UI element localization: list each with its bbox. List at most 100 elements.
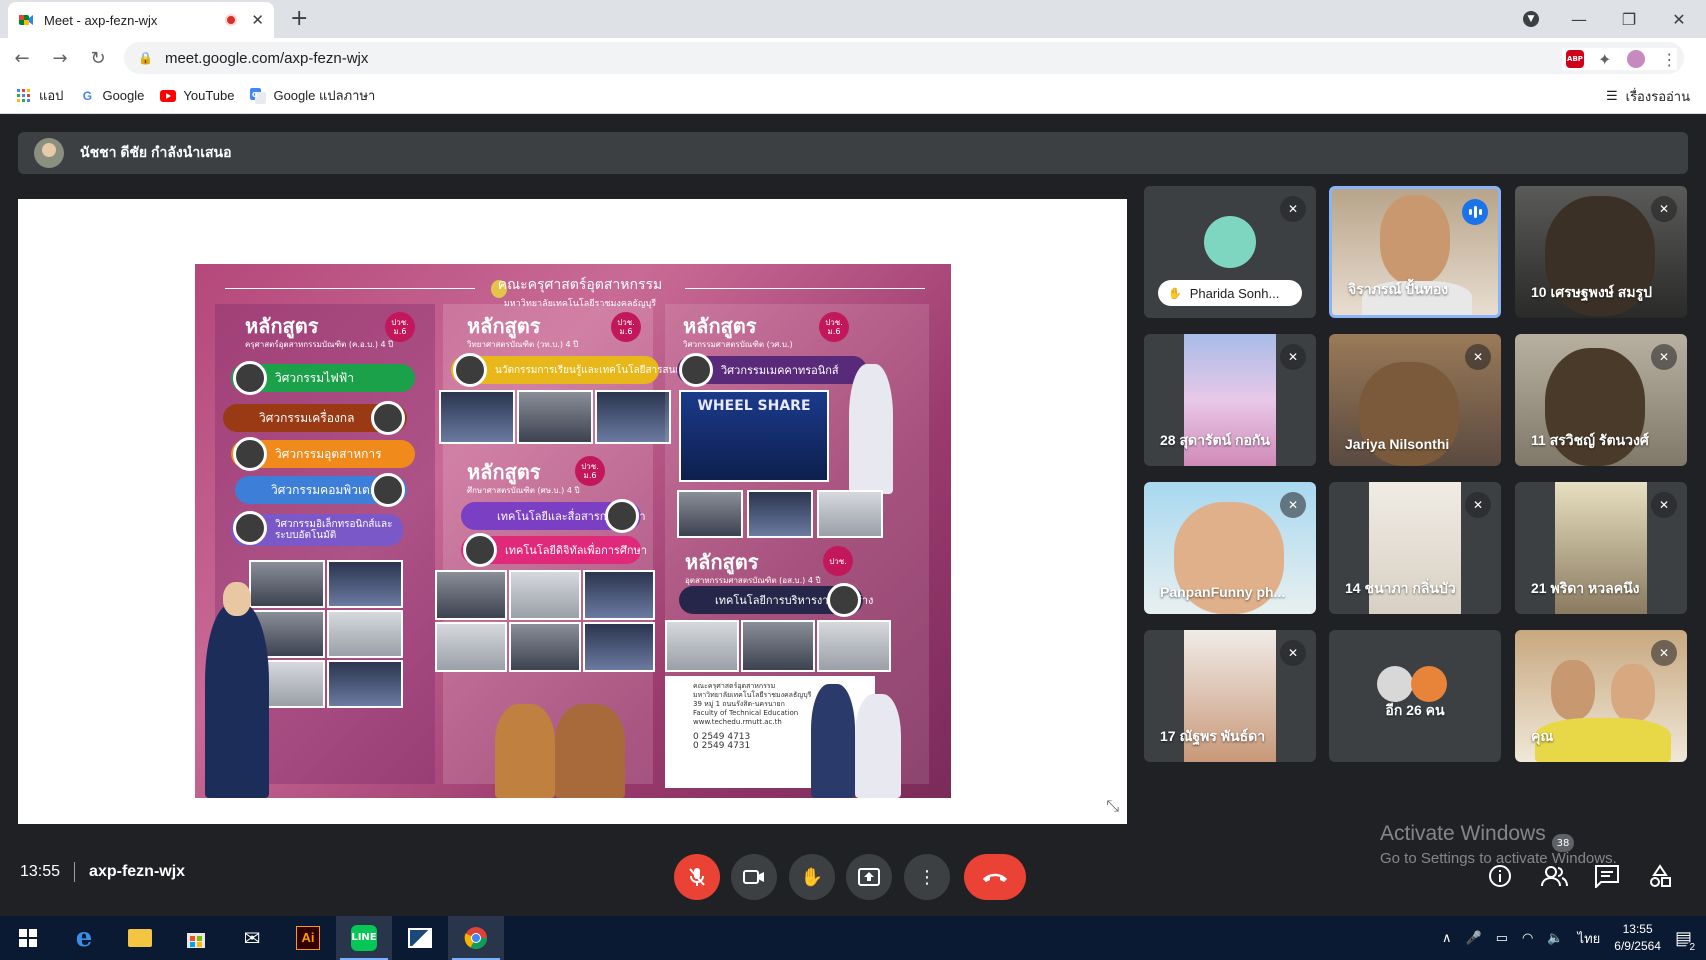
spiral-icon <box>371 473 405 507</box>
participant-name: Pharida Sonh... <box>1189 285 1280 301</box>
forward-button[interactable]: → <box>44 42 76 74</box>
slide-photo <box>509 570 581 620</box>
screen-root: { "browser": { "tab_title": "Meet - axp-… <box>0 0 1706 960</box>
participant-face <box>1611 664 1655 722</box>
divider <box>225 288 475 289</box>
minimize-button[interactable]: — <box>1556 0 1602 38</box>
back-button[interactable]: ← <box>6 42 38 74</box>
participant-name: Jariya Nilsonthi <box>1345 436 1450 452</box>
clock-date: 6/9/2564 <box>1614 939 1661 953</box>
extensions-puzzle-icon[interactable]: ✦ <box>1598 50 1611 69</box>
divider <box>74 862 76 882</box>
camera-toggle-button[interactable] <box>731 854 777 900</box>
pill-label: วิศวกรรมคอมพิวเตอร์ <box>271 482 384 497</box>
clock-time: 13:55 <box>1622 922 1653 936</box>
participant-tile[interactable]: ✕ ✋ Pharida Sonh... <box>1144 186 1316 318</box>
present-now-button[interactable] <box>846 854 892 900</box>
extension-icons: ABP ✦ ⋮ <box>1562 48 1678 70</box>
input-language[interactable]: ไทย <box>1578 928 1601 949</box>
mic-muted-icon: ✕ <box>1651 492 1677 518</box>
mic-muted-icon: ✕ <box>1280 196 1306 222</box>
participant-tile[interactable]: ✕ Jariya Nilsonthi <box>1329 334 1501 466</box>
student-figure <box>811 684 855 798</box>
taskbar-store[interactable] <box>168 916 224 960</box>
taskbar-mail[interactable]: ✉ <box>224 916 280 960</box>
spiral-icon <box>679 353 713 387</box>
taskbar-illustrator[interactable]: Ai <box>280 916 336 960</box>
camera-icon <box>743 870 764 884</box>
exit-fullscreen-icon[interactable]: ⤡ <box>1106 796 1119 816</box>
presenting-banner: นัชชา ดีชัย กำลังนำเสนอ <box>18 132 1688 174</box>
participant-tile[interactable]: ✕ 11 สรวิชญ์ รัตนวงศ์ <box>1515 334 1687 466</box>
raise-hand-button[interactable]: ✋ <box>789 854 835 900</box>
browser-tab[interactable]: Meet - axp-fezn-wjx ✕ <box>8 2 274 38</box>
meeting-info-icon[interactable] <box>1488 864 1512 893</box>
participant-tile[interactable]: ✕ 10 เศรษฐพงษ์ สมรูป <box>1515 186 1687 318</box>
raised-hand-icon: ✋ <box>1168 287 1182 300</box>
taskbar-chrome[interactable] <box>448 916 504 960</box>
microphone-tray-icon[interactable]: 🎤 <box>1466 930 1482 946</box>
participant-tile[interactable]: ✕ 28 สุดารัตน์ กอกัน <box>1144 334 1316 466</box>
bookmark-google[interactable]: G Google <box>79 88 145 104</box>
mic-off-icon <box>689 868 705 886</box>
taskbar-photos[interactable] <box>392 916 448 960</box>
activities-icon[interactable] <box>1648 864 1672 893</box>
taskbar-edge[interactable]: e <box>56 916 112 960</box>
participant-name: 10 เศรษฐพงษ์ สมรูป <box>1531 284 1652 300</box>
bookmark-google-translate[interactable]: G Google แปลภาษา <box>250 85 375 106</box>
participant-name: 28 สุดารัตน์ กอกัน <box>1160 432 1270 448</box>
wifi-icon[interactable]: ◠ <box>1522 930 1533 946</box>
leave-call-button[interactable] <box>964 854 1026 900</box>
show-hidden-icons[interactable]: ∧ <box>1442 930 1452 946</box>
windows-logo-icon <box>19 929 37 947</box>
participant-name: 21 พริดา หวลคนึง <box>1531 580 1640 596</box>
bookmark-apps[interactable]: แอป <box>16 85 63 106</box>
new-tab-button[interactable]: + <box>290 6 308 31</box>
taskbar-clock[interactable]: 13:55 6/9/2564 <box>1614 921 1661 955</box>
tab-search-icon[interactable]: ▼ <box>1508 0 1554 38</box>
close-tab-icon[interactable]: ✕ <box>251 11 264 29</box>
battery-icon[interactable]: ▭ <box>1496 930 1508 946</box>
shared-screen[interactable]: คณะครุศาสตร์อุตสาหกรรม มหาวิทยาลัยเทคโนโ… <box>18 199 1127 824</box>
meeting-details: 13:55 axp-fezn-wjx <box>20 862 185 882</box>
chrome-menu-icon[interactable]: ⋮ <box>1661 50 1677 69</box>
profile-avatar[interactable] <box>1625 48 1648 70</box>
microphone-toggle-button[interactable] <box>674 854 720 900</box>
address-bar[interactable]: 🔒 meet.google.com/axp-fezn-wjx ■ ☆ <box>124 42 1684 74</box>
more-participants-tile[interactable]: อีก 26 คน <box>1329 630 1501 762</box>
start-button[interactable] <box>0 916 56 960</box>
spiral-icon <box>233 511 267 545</box>
volume-icon[interactable]: 🔈 <box>1547 930 1563 946</box>
maximize-button[interactable]: ❐ <box>1606 0 1652 38</box>
bookmark-label: แอป <box>39 88 64 103</box>
chat-icon[interactable] <box>1594 864 1620 893</box>
program-subtitle: วิศวกรรมศาสตรบัณฑิต (วศ.บ.) <box>683 340 793 349</box>
participant-tile-speaking[interactable]: จิราภรณ์ ปั้นทอง <box>1329 186 1501 318</box>
more-options-button[interactable]: ⋮ <box>904 854 950 900</box>
program-pill: วิศวกรรมเมคคาทรอนิกส์ <box>677 353 867 387</box>
notifications-icon[interactable]: ▤ 2 <box>1675 928 1698 953</box>
program-pill: เทคโนโลยีดิจิทัลเพื่อการศึกษา <box>461 533 647 567</box>
participant-tile[interactable]: ✕ PanpanFunny ph... <box>1144 482 1316 614</box>
line-app-icon: LINE <box>351 925 377 951</box>
participant-name: PanpanFunny ph... <box>1160 584 1286 600</box>
participant-tile-self[interactable]: ✕ คุณ <box>1515 630 1687 762</box>
system-tray: ∧ 🎤 ▭ ◠ 🔈 ไทย 13:55 6/9/2564 ▤ 2 <box>1442 916 1706 960</box>
adblock-icon[interactable]: ABP <box>1566 50 1584 68</box>
participant-tile[interactable]: ✕ 17 ณัฐพร พันธ์ดา <box>1144 630 1316 762</box>
slide-photo <box>435 622 507 672</box>
participant-tile[interactable]: ✕ 14 ชนาภา กลิ่นบัว <box>1329 482 1501 614</box>
reload-button[interactable]: ↻ <box>82 42 114 74</box>
reading-list-button[interactable]: ☰ เรื่องรออ่าน <box>1606 78 1690 114</box>
bookmark-youtube[interactable]: YouTube <box>160 88 234 104</box>
slide-photo <box>517 390 593 444</box>
taskbar-file-explorer[interactable] <box>112 916 168 960</box>
participant-tile[interactable]: ✕ 21 พริดา หวลคนึง <box>1515 482 1687 614</box>
meeting-time: 13:55 <box>20 863 61 880</box>
taskbar-line[interactable]: LINE <box>336 916 392 960</box>
people-icon[interactable] <box>1540 864 1568 893</box>
presentation-slide: คณะครุศาสตร์อุตสาหกรรม มหาวิทยาลัยเทคโนโ… <box>195 264 951 798</box>
browser-tab-strip: Meet - axp-fezn-wjx ✕ + ▼ — ❐ ✕ <box>0 0 1706 38</box>
pill-label: วิศวกรรมไฟฟ้า <box>275 370 354 385</box>
close-window-button[interactable]: ✕ <box>1656 0 1702 38</box>
